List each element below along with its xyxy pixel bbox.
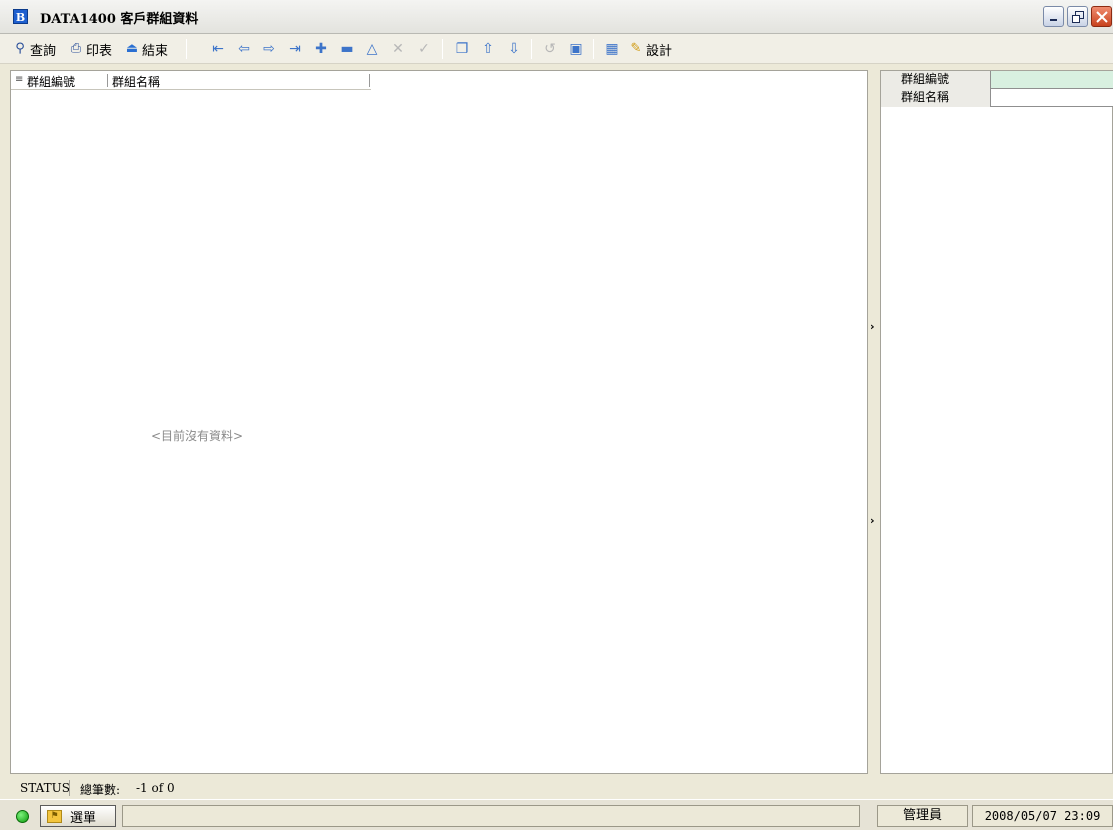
query-button[interactable]: ⚲ 查詢 <box>12 38 56 60</box>
column-divider[interactable] <box>369 74 370 87</box>
menu-button-label: 選單 <box>70 810 97 826</box>
toolbar-separator <box>593 39 594 59</box>
next-record-icon[interactable]: ⇨ <box>260 40 278 58</box>
grid-header: ≡ 群組編號 群組名稱 <box>11 71 371 90</box>
restore-button[interactable] <box>1067 6 1088 27</box>
status-divider <box>69 780 70 796</box>
close-icon <box>1095 10 1108 23</box>
minimize-button[interactable] <box>1043 6 1064 27</box>
status-bar: STATUS 總筆數: -1 of 0 <box>0 777 1113 799</box>
chevron-right-icon[interactable]: › <box>870 320 878 333</box>
exit-icon: ⏏ <box>125 41 139 56</box>
sql-icon[interactable]: ▣ <box>567 40 585 58</box>
print-button[interactable]: ⎙ 印表 <box>68 38 112 60</box>
binoculars-icon: ⚲ <box>15 41 25 56</box>
bottom-taskbar: ⚑ 選單 管理員 2008/05/07 23:09 <box>0 799 1113 830</box>
column-header-group-id[interactable]: 群組編號 <box>27 73 75 90</box>
design-icon: ✎ <box>630 41 642 56</box>
exit-button[interactable]: ⏏ 結束 <box>124 38 168 60</box>
design-button-label: 設計 <box>646 43 673 59</box>
group-name-field[interactable] <box>991 89 1113 106</box>
empty-message: <目前沒有資料> <box>151 429 244 443</box>
toolbar-separator <box>186 39 187 59</box>
current-user: 管理員 <box>877 805 968 827</box>
chevron-right-icon[interactable]: › <box>870 514 878 527</box>
design-button[interactable]: ✎ 設計 <box>628 38 672 60</box>
minimize-icon <box>1049 18 1057 21</box>
move-up-icon[interactable]: ⇧ <box>479 40 497 58</box>
field-label: 群組編號 <box>881 71 991 89</box>
pane-splitter[interactable]: › › <box>869 70 879 774</box>
app-icon: B <box>13 9 28 24</box>
toolbar-separator <box>531 39 532 59</box>
status-label: STATUS <box>20 781 70 795</box>
toolbar: ⚲ 查詢 ⎙ 印表 ⏏ 結束 ⇤ ⇦ ⇨ ⇥ ✚ ▬ △ ✕ ✓ ❐ ⇧ ⇩ ↺… <box>0 34 1113 64</box>
last-record-icon[interactable]: ⇥ <box>286 40 304 58</box>
first-record-icon[interactable]: ⇤ <box>209 40 227 58</box>
confirm-icon[interactable]: ✓ <box>415 40 433 58</box>
move-down-icon[interactable]: ⇩ <box>505 40 523 58</box>
folder-icon: ⚑ <box>47 809 62 823</box>
close-button[interactable] <box>1091 6 1112 27</box>
column-header-group-name[interactable]: 群組名稱 <box>112 73 160 90</box>
add-record-icon[interactable]: ✚ <box>312 40 330 58</box>
toolbar-separator <box>442 39 443 59</box>
copy-icon[interactable]: ❐ <box>453 40 471 58</box>
field-label: 群組名稱 <box>881 89 991 107</box>
column-divider[interactable] <box>107 74 108 87</box>
group-id-field[interactable] <box>991 71 1113 88</box>
window-title: DATA1400 客戶群組資料 <box>40 12 199 27</box>
form-row-group-id: 群組編號 <box>881 71 1113 89</box>
prev-record-icon[interactable]: ⇦ <box>235 40 253 58</box>
record-count-label: 總筆數: <box>80 783 121 797</box>
exit-button-label: 結束 <box>142 43 169 59</box>
query-button-label: 查詢 <box>30 43 57 59</box>
record-count: -1 of 0 <box>136 781 175 795</box>
row-selector-icon[interactable]: ≡ <box>15 74 23 85</box>
refresh-icon[interactable]: ↺ <box>541 40 559 58</box>
data-grid[interactable]: ≡ 群組編號 群組名稱 <目前沒有資料> <box>10 70 868 774</box>
edit-record-icon[interactable]: △ <box>363 40 381 58</box>
cancel-icon[interactable]: ✕ <box>389 40 407 58</box>
message-panel <box>122 805 860 827</box>
title-bar: B DATA1400 客戶群組資料 <box>0 0 1113 34</box>
status-led-icon <box>16 810 29 823</box>
export-icon[interactable]: ▦ <box>603 40 621 58</box>
printer-icon: ⎙ <box>70 41 82 56</box>
form-row-group-name: 群組名稱 <box>881 89 1113 107</box>
delete-record-icon[interactable]: ▬ <box>338 40 356 58</box>
print-button-label: 印表 <box>86 43 113 59</box>
current-datetime: 2008/05/07 23:09 <box>972 805 1113 827</box>
restore-icon <box>1071 10 1084 23</box>
menu-button[interactable]: ⚑ 選單 <box>40 805 116 827</box>
detail-form: 群組編號 群組名稱 <box>880 70 1113 774</box>
